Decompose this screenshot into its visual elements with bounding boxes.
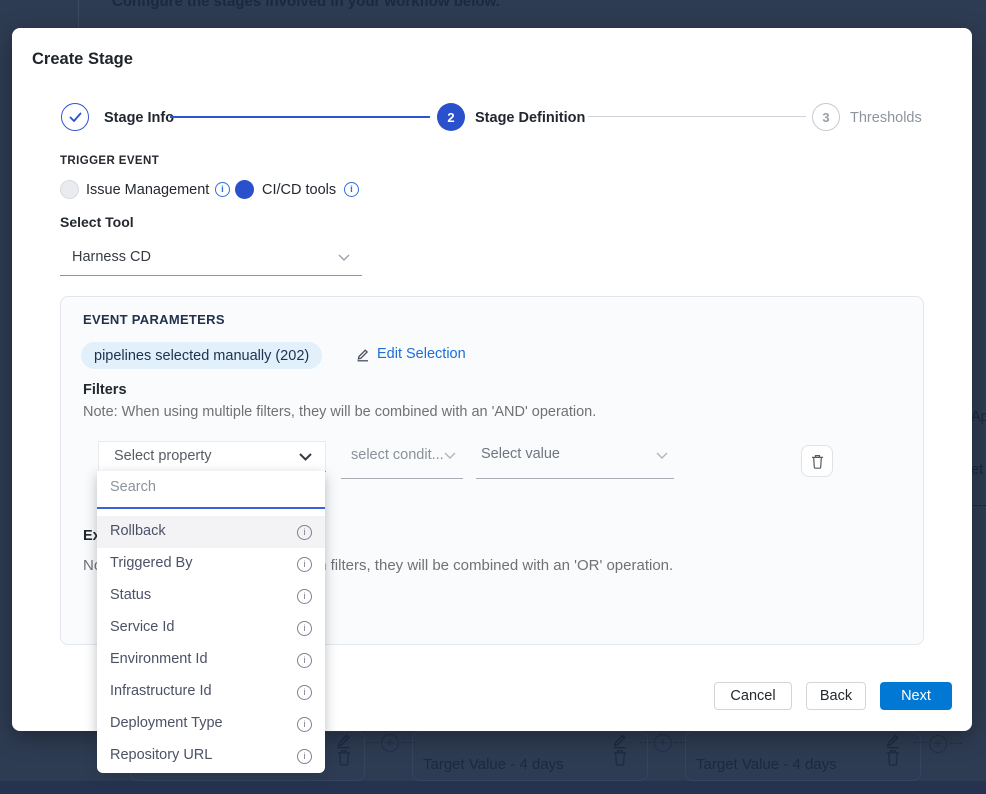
step-connector (588, 116, 806, 117)
dropdown-option-rollback[interactable]: Rollbacki (97, 516, 325, 548)
chevron-down-icon (656, 452, 668, 459)
plus-icon: + (929, 735, 947, 753)
check-icon (69, 112, 82, 123)
backdrop-dashed-connector (914, 742, 926, 743)
backdrop-dashed-connector (366, 742, 378, 743)
radio-cicd-tools[interactable] (235, 180, 254, 199)
dropdown-option-infrastructure-id[interactable]: Infrastructure Idi (97, 676, 325, 708)
trash-icon (612, 749, 628, 766)
condition-select-placeholder: select condit... (351, 447, 444, 463)
chevron-down-icon (444, 452, 456, 459)
condition-select-underline (341, 478, 463, 479)
backdrop-dashed-connector (970, 505, 986, 506)
backdrop-text-fragment: et (971, 462, 983, 478)
property-select[interactable]: Select property (98, 441, 326, 472)
trigger-event-heading: TRIGGER EVENT (60, 155, 159, 167)
cancel-button[interactable]: Cancel (714, 682, 792, 710)
info-icon[interactable]: i (297, 557, 312, 572)
step-stage-info-indicator[interactable] (61, 103, 89, 131)
backdrop-heading: Configure the stages involved in your wo… (112, 0, 500, 10)
info-icon[interactable]: i (297, 685, 312, 700)
info-icon[interactable]: i (297, 717, 312, 732)
property-select-placeholder: Select property (114, 448, 212, 464)
chevron-down-icon (338, 254, 350, 261)
trash-icon (811, 454, 824, 469)
step-stage-definition-indicator[interactable]: 2 (437, 103, 465, 131)
edit-pencil-icon (885, 732, 901, 749)
info-icon[interactable]: i (215, 182, 230, 197)
step-thresholds-label: Thresholds (850, 110, 922, 126)
info-icon[interactable]: i (297, 653, 312, 668)
step-connector (170, 116, 430, 118)
step-thresholds-indicator[interactable]: 3 (812, 103, 840, 131)
delete-filter-row-button[interactable] (801, 445, 833, 477)
pipelines-selected-badge: pipelines selected manually (202) (81, 342, 322, 369)
step-stage-info-label: Stage Info (104, 110, 174, 126)
filters-heading: Filters (83, 382, 127, 398)
backdrop-dashed-connector (950, 743, 962, 744)
value-select-underline (476, 478, 674, 479)
radio-issue-management[interactable] (60, 180, 79, 199)
dropdown-option-service-id[interactable]: Service Idi (97, 612, 325, 644)
backdrop-dashed-connector (639, 742, 651, 743)
dropdown-option-status[interactable]: Statusi (97, 580, 325, 612)
trash-icon (336, 749, 352, 766)
edit-pencil-icon (612, 732, 628, 749)
screen: Configure the stages involved in your wo… (0, 0, 986, 794)
select-tool-heading: Select Tool (60, 214, 134, 230)
event-parameters-heading: EVENT PARAMETERS (83, 312, 225, 327)
edit-pencil-icon (356, 347, 370, 362)
edit-selection-link[interactable]: Edit Selection (356, 346, 466, 362)
dropdown-search[interactable] (97, 471, 325, 509)
tool-select[interactable]: Harness CD (60, 240, 362, 276)
dialog-title: Create Stage (32, 50, 133, 69)
trash-icon (885, 749, 901, 766)
edit-selection-label: Edit Selection (377, 346, 466, 362)
filters-note: Note: When using multiple filters, they … (83, 404, 596, 420)
info-icon[interactable]: i (344, 182, 359, 197)
radio-issue-management-label[interactable]: Issue Management (86, 182, 209, 198)
info-icon[interactable]: i (297, 621, 312, 636)
create-stage-dialog: Create Stage Stage Info 2 Stage Definiti… (12, 28, 972, 731)
backdrop-card-label: Target Value - 4 days (696, 756, 837, 773)
value-select-placeholder: Select value (481, 446, 560, 462)
info-icon[interactable]: i (297, 749, 312, 764)
plus-icon: + (381, 734, 399, 752)
edit-pencil-icon (336, 732, 352, 749)
info-icon[interactable]: i (297, 589, 312, 604)
backdrop-footer-band (0, 781, 986, 794)
backdrop-text-fragment: Ap (971, 409, 986, 425)
backdrop-divider (78, 0, 79, 28)
back-button[interactable]: Back (806, 682, 866, 710)
search-input[interactable] (110, 479, 310, 495)
dropdown-option-triggered-by[interactable]: Triggered Byi (97, 548, 325, 580)
plus-icon: + (654, 734, 672, 752)
chevron-down-icon (299, 453, 312, 461)
radio-cicd-tools-label[interactable]: CI/CD tools (262, 182, 336, 198)
dropdown-option-environment-id[interactable]: Environment Idi (97, 644, 325, 676)
property-dropdown: Rollbacki Triggered Byi Statusi Service … (97, 471, 325, 773)
dropdown-option-repository-url[interactable]: Repository URLi (97, 740, 325, 772)
tool-select-value: Harness CD (72, 249, 151, 265)
step-stage-definition-label: Stage Definition (475, 110, 585, 126)
next-button[interactable]: Next (880, 682, 952, 710)
dropdown-option-deployment-type[interactable]: Deployment Typei (97, 708, 325, 740)
backdrop-card-label: Target Value - 4 days (423, 756, 564, 773)
info-icon[interactable]: i (297, 525, 312, 540)
